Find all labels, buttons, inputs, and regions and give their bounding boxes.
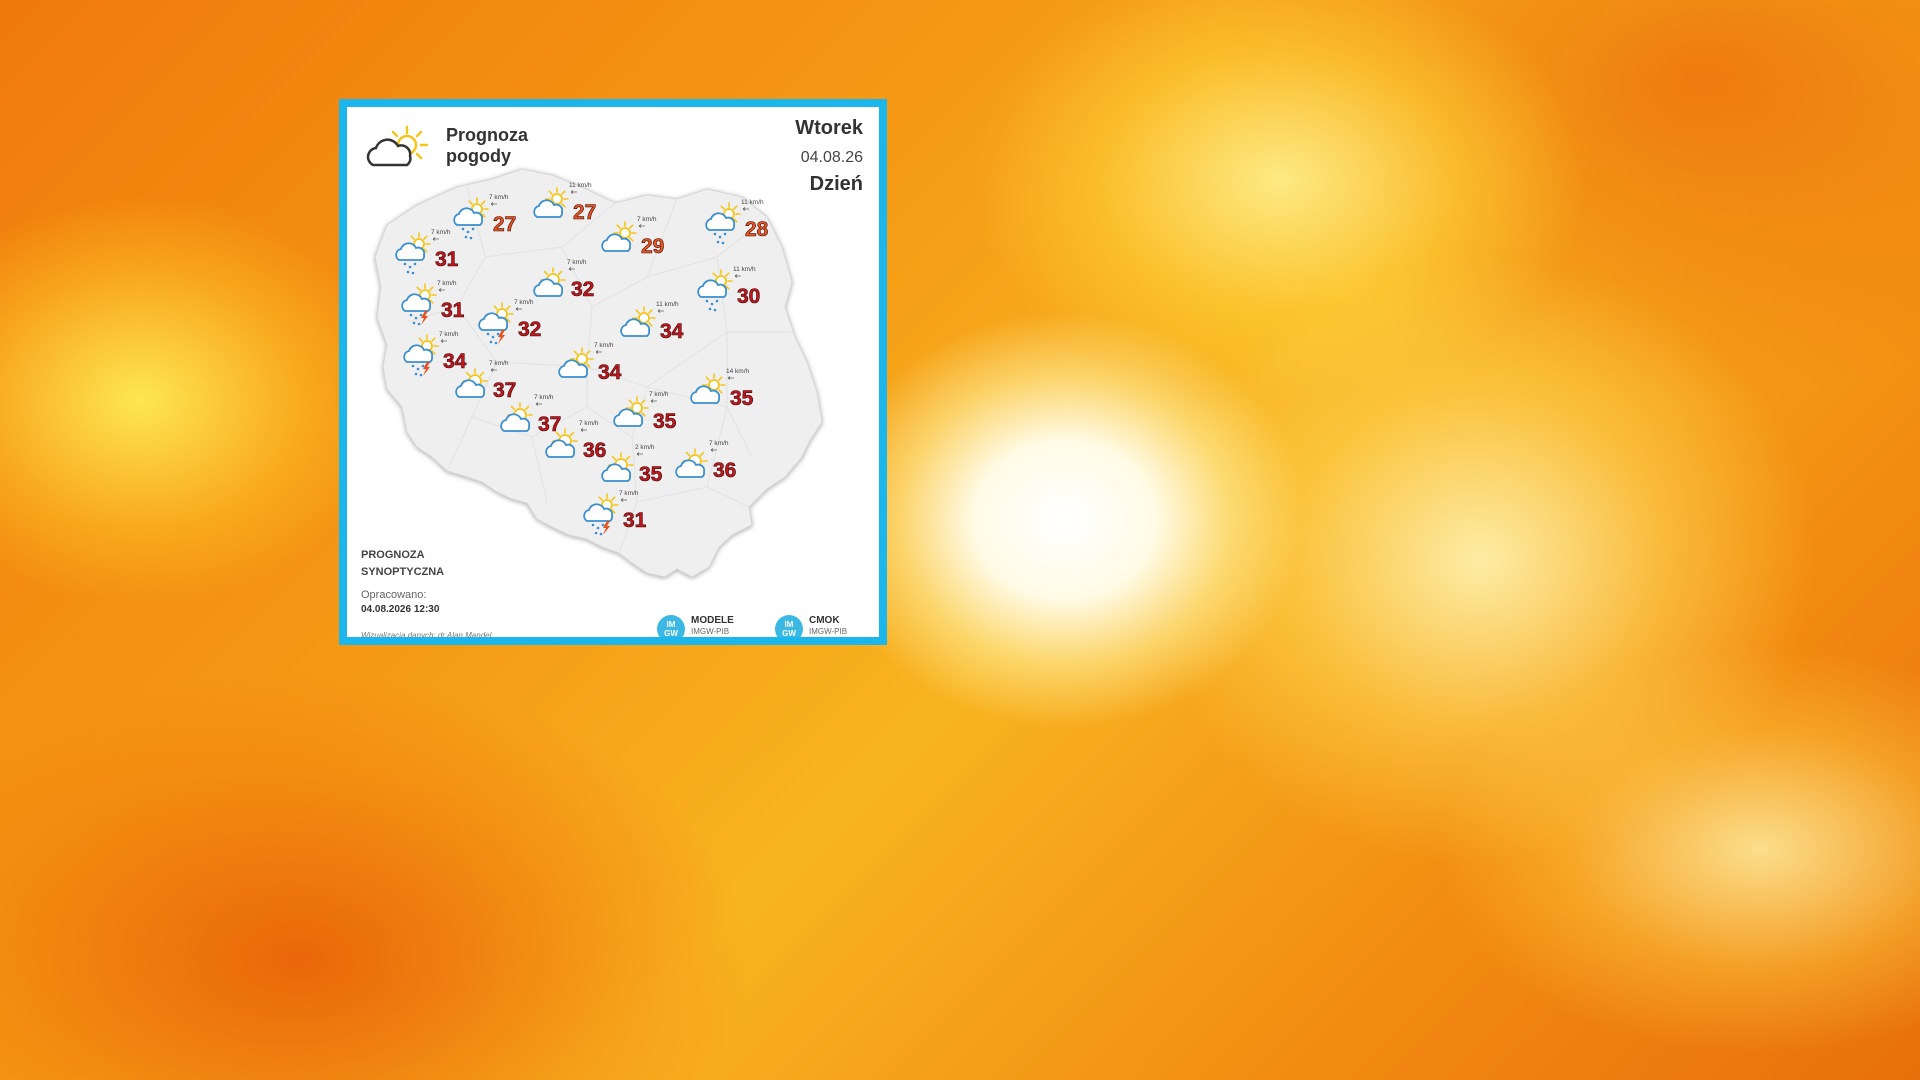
temperature-label: 32 — [571, 278, 594, 301]
wind-speed-label: 2 km/h — [635, 444, 655, 451]
temperature-label: 34 — [660, 320, 684, 343]
temperature-label: 34 — [598, 361, 622, 384]
imgw-badge-models: IM GW — [657, 615, 685, 637]
temperature-label: 31 — [435, 248, 459, 271]
wind-speed-label: 11 km/h — [733, 266, 756, 273]
wind-speed-label: 7 km/h — [489, 194, 509, 201]
wind-speed-label: 7 km/h — [709, 440, 729, 447]
wind-speed-label: 7 km/h — [514, 299, 534, 306]
wind-speed-label: 7 km/h — [619, 490, 639, 497]
wind-speed-label: 7 km/h — [437, 280, 457, 287]
cmok-logo-name: CMOK — [809, 615, 840, 626]
wind-speed-label: 14 km/h — [726, 368, 750, 375]
wind-speed-label: 11 km/h — [569, 182, 592, 189]
temperature-label: 37 — [538, 413, 561, 436]
wind-speed-label: 7 km/h — [534, 394, 554, 401]
temperature-label: 36 — [713, 459, 736, 482]
temperature-label: 30 — [737, 285, 760, 308]
temperature-label: 31 — [623, 509, 647, 532]
temperature-label: 36 — [583, 439, 606, 462]
prepared-date: 04.08.2026 12:30 — [361, 604, 440, 615]
temperature-label: 35 — [730, 387, 754, 410]
wind-speed-label: 7 km/h — [489, 360, 509, 367]
temperature-label: 28 — [745, 218, 769, 241]
models-logo-name: MODELE — [691, 615, 734, 626]
synoptic-forecast-label: PROGNOZA SYNOPTYCZNA — [361, 549, 445, 578]
wind-speed-label: 7 km/h — [649, 391, 669, 398]
temperature-label: 34 — [443, 350, 467, 373]
models-logo-sub: IMGW-PIB — [691, 627, 730, 636]
sun-sky-background — [0, 0, 1920, 1080]
wind-speed-label: 11 km/h — [741, 199, 764, 206]
wind-speed-label: 7 km/h — [594, 342, 614, 349]
cmok-logo-sub: IMGW-PIB — [809, 627, 848, 636]
temperature-label: 32 — [518, 318, 541, 341]
wind-speed-label: 7 km/h — [567, 259, 587, 266]
temperature-label: 37 — [493, 379, 516, 402]
visualization-credit: Wizualizacja danych: dr Alan Mandel — [361, 631, 492, 640]
wind-speed-label: 11 km/h — [656, 301, 679, 308]
temperature-label: 35 — [653, 410, 677, 433]
prepared-label: Opracowano: — [361, 589, 427, 601]
temperature-label: 29 — [641, 235, 664, 258]
wind-speed-label: 7 km/h — [431, 229, 451, 236]
temperature-label: 31 — [441, 299, 465, 322]
wind-speed-label: 7 km/h — [579, 420, 599, 427]
forecast-card: Prognoza pogody Wtorek 04.08.26 Dzień 7 … — [339, 99, 887, 645]
wind-speed-label: 7 km/h — [439, 331, 459, 338]
temperature-label: 35 — [639, 463, 663, 486]
imgw-badge-cmok: IM GW — [775, 615, 803, 637]
temperature-label: 27 — [573, 201, 596, 224]
temperature-label: 27 — [493, 213, 516, 236]
wind-speed-label: 7 km/h — [637, 216, 657, 223]
